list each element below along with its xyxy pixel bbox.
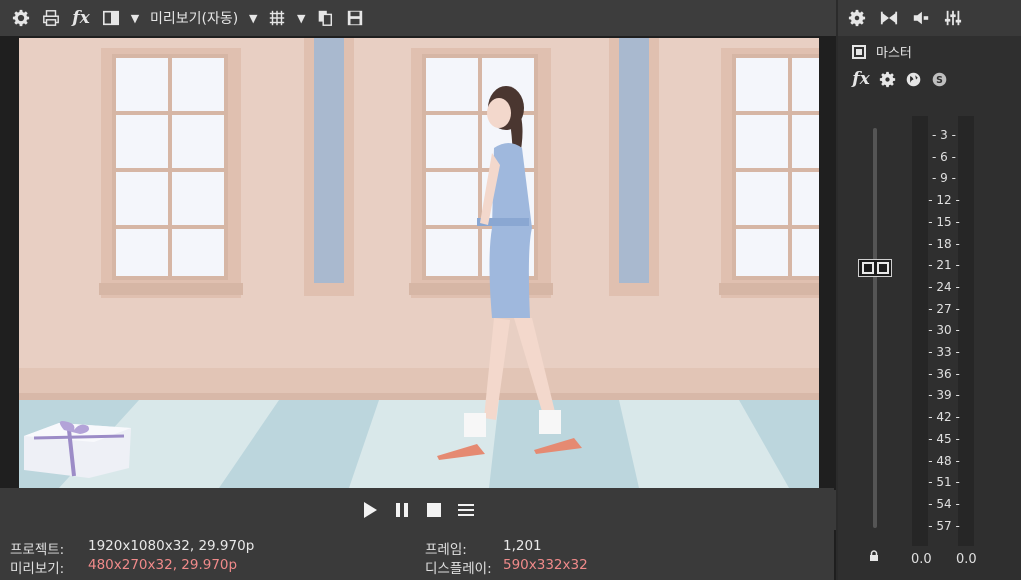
split-screen-icon[interactable] — [98, 5, 124, 31]
stop-icon[interactable] — [421, 497, 447, 523]
master-fader-track[interactable] — [873, 128, 877, 528]
volume-icon[interactable] — [908, 5, 934, 31]
master-square-icon — [852, 44, 866, 59]
gear-icon[interactable] — [844, 5, 870, 31]
master-fader-handle[interactable] — [858, 259, 892, 277]
save-snapshot-icon[interactable] — [342, 5, 368, 31]
pause-icon[interactable] — [389, 497, 415, 523]
grid-dropdown-icon[interactable]: ▼ — [294, 5, 308, 31]
mixer-icon[interactable] — [940, 5, 966, 31]
meter-scale-tick: - 27 - — [928, 301, 960, 316]
display-label: 디스플레이: — [425, 561, 492, 577]
video-preview-panel: fx ▼ 미리보기(자동) ▼ ▼ 프로젝트: 1920x1080x32, 29… — [0, 0, 836, 580]
video-display[interactable] — [0, 36, 836, 488]
frame-value: 1,201 — [503, 538, 542, 554]
meter-scale-tick: - 54 - — [928, 496, 960, 511]
meter-scale-tick: - 30 - — [928, 323, 960, 338]
preview-quality-dropdown[interactable]: 미리보기(자동) — [146, 8, 242, 28]
master-title: 마스터 — [852, 42, 912, 61]
app-window: fx ▼ 미리보기(자동) ▼ ▼ 프로젝트: 1920x1080x32, 29… — [0, 0, 1021, 580]
right-peak-value: 0.0 — [956, 552, 977, 567]
project-label: 프로젝트: — [10, 542, 65, 558]
meter-scale-tick: - 45 - — [928, 431, 960, 446]
fx-icon[interactable]: fx — [850, 68, 872, 90]
menu-icon[interactable] — [453, 497, 479, 523]
display-info: 디스플레이: 590x332x32 — [425, 557, 588, 577]
preview-info-row: 미리보기: 480x270x32, 29.970p — [10, 557, 237, 577]
meter-scale-tick: - 9 - — [932, 171, 956, 186]
frame-info: 프레임: 1,201 — [425, 538, 542, 558]
master-fx-row: fx S — [850, 68, 950, 90]
meter-scale-tick: - 36 - — [928, 366, 960, 381]
meter-scale-tick: - 15 - — [928, 214, 960, 229]
meter-scale-tick: - 39 - — [928, 388, 960, 403]
master-title-label: 마스터 — [876, 46, 912, 61]
meter-scale-tick: - 57 - — [928, 518, 960, 533]
quality-dropdown-icon[interactable]: ▼ — [246, 5, 260, 31]
transport-controls — [0, 490, 836, 530]
meter-scale-tick: - 42 - — [928, 410, 960, 425]
project-info: 프로젝트: 1920x1080x32, 29.970p — [10, 538, 254, 558]
gear-icon[interactable] — [876, 68, 898, 90]
preview-info: 프로젝트: 1920x1080x32, 29.970p 미리보기: 480x27… — [0, 530, 836, 580]
bowtie-icon[interactable] — [876, 5, 902, 31]
meter-scale-tick: - 33 - — [928, 345, 960, 359]
master-toolbar — [838, 0, 1021, 36]
meter-scale-tick: - 24 - — [928, 279, 960, 294]
play-icon[interactable] — [357, 497, 383, 523]
lock-icon[interactable] — [868, 550, 880, 562]
meter-scale-tick: - 18 - — [928, 236, 960, 251]
meter-scale-tick: - 48 - — [928, 453, 960, 468]
meter-scale-tick: - 21 - — [928, 258, 960, 273]
meter-scale-tick: - 6 - — [932, 149, 956, 164]
video-frame — [19, 38, 819, 488]
copy-snapshot-icon[interactable] — [312, 5, 338, 31]
globe-icon[interactable] — [902, 68, 924, 90]
meter-scale-tick: - 51 - — [928, 475, 960, 490]
preview-value: 480x270x32, 29.970p — [88, 557, 238, 573]
display-value: 590x332x32 — [503, 557, 588, 573]
gear-icon[interactable] — [8, 5, 34, 31]
preview-toolbar: fx ▼ 미리보기(자동) ▼ ▼ — [0, 0, 836, 36]
meter-scale-tick: - 12 - — [928, 193, 960, 208]
s-plugin-icon[interactable]: S — [928, 68, 950, 90]
fx-icon[interactable]: fx — [68, 5, 94, 31]
meter-scale: - 3 - - 6 - - 9 - - 12 - - 15 - - 18 - - 21 - -… — [924, 128, 964, 548]
grid-icon[interactable] — [264, 5, 290, 31]
project-value: 1920x1080x32, 29.970p — [88, 538, 255, 554]
svg-text:S: S — [936, 74, 943, 85]
meter-scale-tick: - 3 - — [932, 128, 956, 142]
dropdown-icon[interactable]: ▼ — [128, 5, 142, 31]
preview-label: 미리보기: — [10, 561, 65, 577]
left-peak-value: 0.0 — [911, 552, 932, 567]
print-icon[interactable] — [38, 5, 64, 31]
frame-label: 프레임: — [425, 542, 467, 558]
